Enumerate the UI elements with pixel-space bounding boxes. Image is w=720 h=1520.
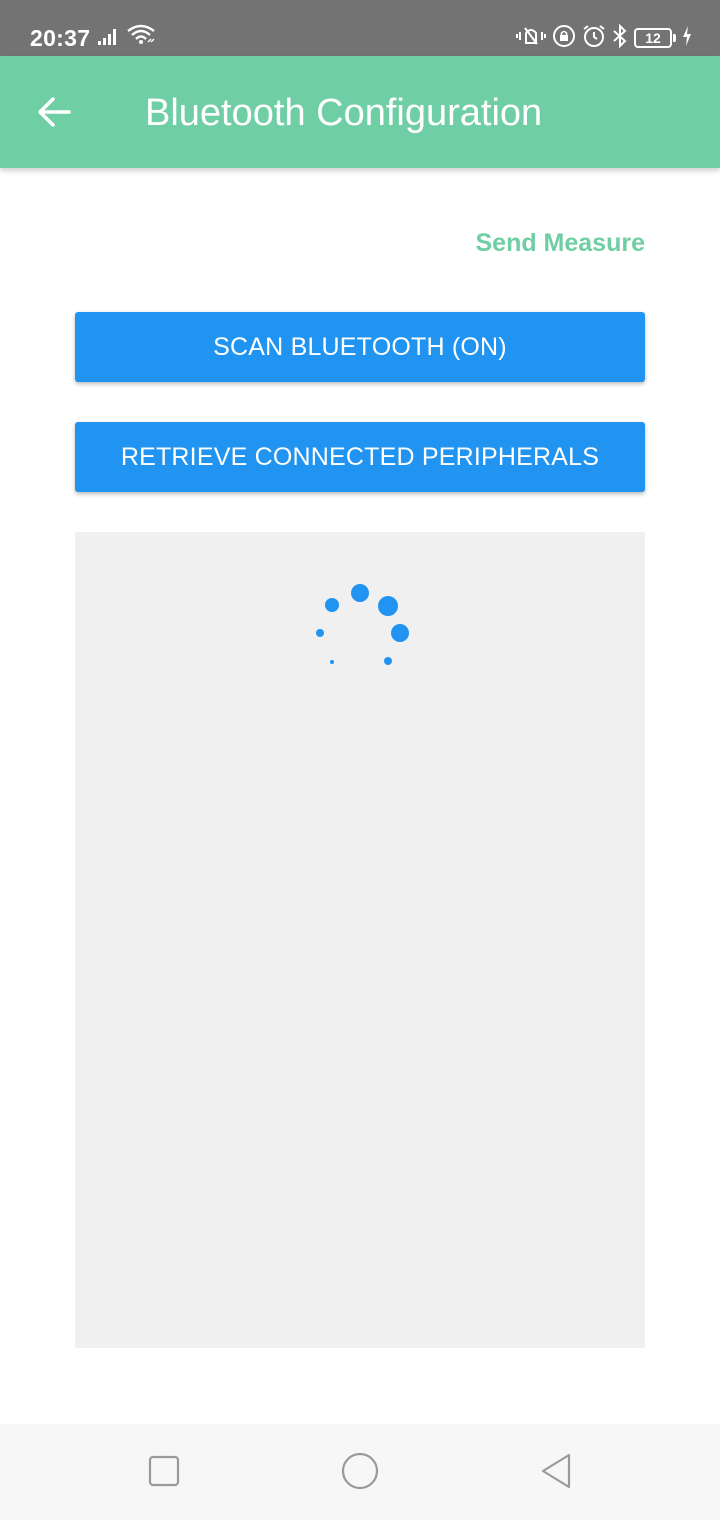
status-left-icons (98, 23, 156, 50)
battery-level: 12 (634, 28, 672, 48)
recent-apps-button[interactable] (139, 1448, 189, 1498)
back-icon (538, 1451, 574, 1496)
scan-bluetooth-button[interactable]: SCAN BLUETOOTH (ON) (75, 312, 645, 382)
back-button[interactable] (26, 86, 82, 142)
battery-tip (673, 34, 676, 42)
spinner-dot (316, 629, 324, 637)
page-title: Bluetooth Configuration (145, 92, 543, 134)
send-measure-link[interactable]: Send Measure (475, 226, 645, 260)
status-right-icons: 12 (516, 23, 692, 53)
app-bar: Bluetooth Configuration (0, 56, 720, 168)
spinner-dot (351, 584, 369, 602)
rotation-lock-icon (552, 24, 576, 53)
status-time: 20:37 (30, 25, 91, 51)
spinner-dot (325, 598, 339, 612)
peripherals-list-panel (75, 532, 645, 1348)
home-icon (340, 1451, 380, 1496)
home-button[interactable] (335, 1448, 385, 1498)
spinner-dot (378, 596, 398, 616)
bluetooth-icon (612, 23, 628, 53)
status-bar: 20:37 12 (0, 0, 720, 56)
arrow-left-icon (36, 94, 72, 135)
retrieve-connected-peripherals-button[interactable]: RETRIEVE CONNECTED PERIPHERALS (75, 422, 645, 492)
vibrate-icon (516, 25, 546, 52)
loading-spinner (305, 556, 415, 676)
charging-icon (682, 25, 692, 51)
alarm-icon (582, 24, 606, 53)
spinner-dot (384, 657, 392, 665)
spinner-dot (391, 624, 409, 642)
spinner-dot (330, 660, 334, 664)
navigation-bar (0, 1424, 720, 1520)
spinner-dots (316, 584, 409, 676)
recent-apps-icon (147, 1454, 181, 1493)
wifi-icon (126, 23, 156, 50)
signal-icon (98, 27, 120, 50)
system-back-button[interactable] (531, 1448, 581, 1498)
battery-icon: 12 (634, 28, 676, 48)
